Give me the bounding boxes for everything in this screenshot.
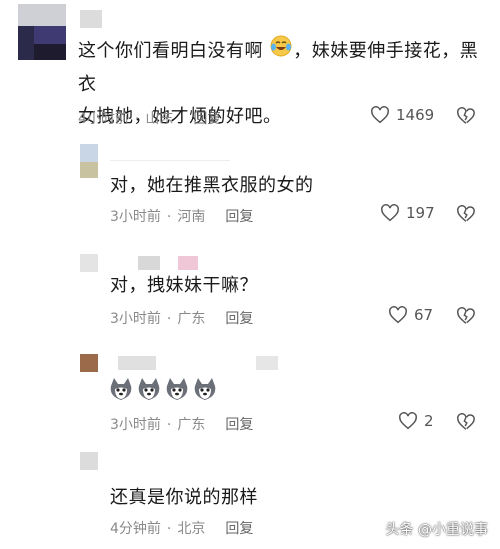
reply-button[interactable]: 回复 [225,308,253,328]
dislike-button[interactable] [456,413,476,435]
heart-outline-icon [371,106,389,124]
location: 北京 [177,521,206,537]
timestamp: 3小时前 [110,417,161,433]
heart-outline-icon [381,204,399,222]
comment-meta: 3小时前 · 河南 回复 [110,206,253,226]
like-button[interactable]: 67 [388,306,433,324]
husky-dog-emoji [136,376,162,413]
like-button[interactable]: 1469 [370,106,434,124]
comment-meta: 4分钟前 · 北京 回复 [110,518,253,538]
like-count: 197 [406,204,435,222]
avatar[interactable] [80,354,98,372]
timestamp: 3小时前 [110,209,161,225]
comment-text: 对，拽妹妹干嘛？ [110,275,258,296]
like-button[interactable]: 197 [380,204,435,222]
username-blurred[interactable] [178,256,198,270]
username-blurred[interactable] [118,356,156,370]
broken-heart-icon [457,107,475,124]
reply-button[interactable]: 回复 [225,414,253,434]
location: 河南 [177,209,206,225]
like-button[interactable]: 2 [398,412,434,430]
username-blurred[interactable] [80,10,102,28]
laughing-tears-emoji [269,34,293,69]
location: 广东 [177,417,206,433]
husky-dog-emoji [164,376,190,413]
comment-meta: 3小时前 · 广东 回复 [110,414,253,434]
location: 山东 [145,111,174,127]
heart-outline-icon [399,412,417,430]
username-blurred[interactable] [138,256,160,270]
broken-heart-icon [457,205,475,222]
timestamp: 3小时前 [110,311,161,327]
dislike-button[interactable] [456,107,476,129]
divider [110,160,230,161]
watermark: 头条 @小重说事 [385,522,488,538]
like-count: 67 [414,306,434,324]
like-count: 2 [424,412,434,430]
comment-emoji-row [108,376,218,413]
comment-meta: 4小时前 · 山东 回复 [78,108,221,128]
avatar[interactable] [18,4,66,60]
like-count: 1469 [396,106,435,124]
timestamp: 4分钟前 [110,521,161,537]
location: 广东 [177,311,206,327]
broken-heart-icon [457,307,475,324]
avatar[interactable] [80,452,98,470]
reply-button[interactable]: 回复 [225,518,253,538]
reply-button[interactable]: 回复 [193,108,221,128]
dislike-button[interactable] [456,307,476,329]
timestamp: 4小时前 [78,111,129,127]
broken-heart-icon [457,413,475,430]
comment-text: 还真是你说的那样 [110,487,258,508]
comment-text: 对，她在推黑衣服的女的 [110,175,314,196]
husky-dog-emoji [108,376,134,413]
husky-dog-emoji [192,376,218,413]
heart-outline-icon [389,306,407,324]
reply-button[interactable]: 回复 [225,206,253,226]
comment-meta: 3小时前 · 广东 回复 [110,308,253,328]
username-blurred[interactable] [256,356,278,370]
avatar[interactable] [80,144,98,178]
dislike-button[interactable] [456,205,476,227]
avatar[interactable] [80,254,98,272]
